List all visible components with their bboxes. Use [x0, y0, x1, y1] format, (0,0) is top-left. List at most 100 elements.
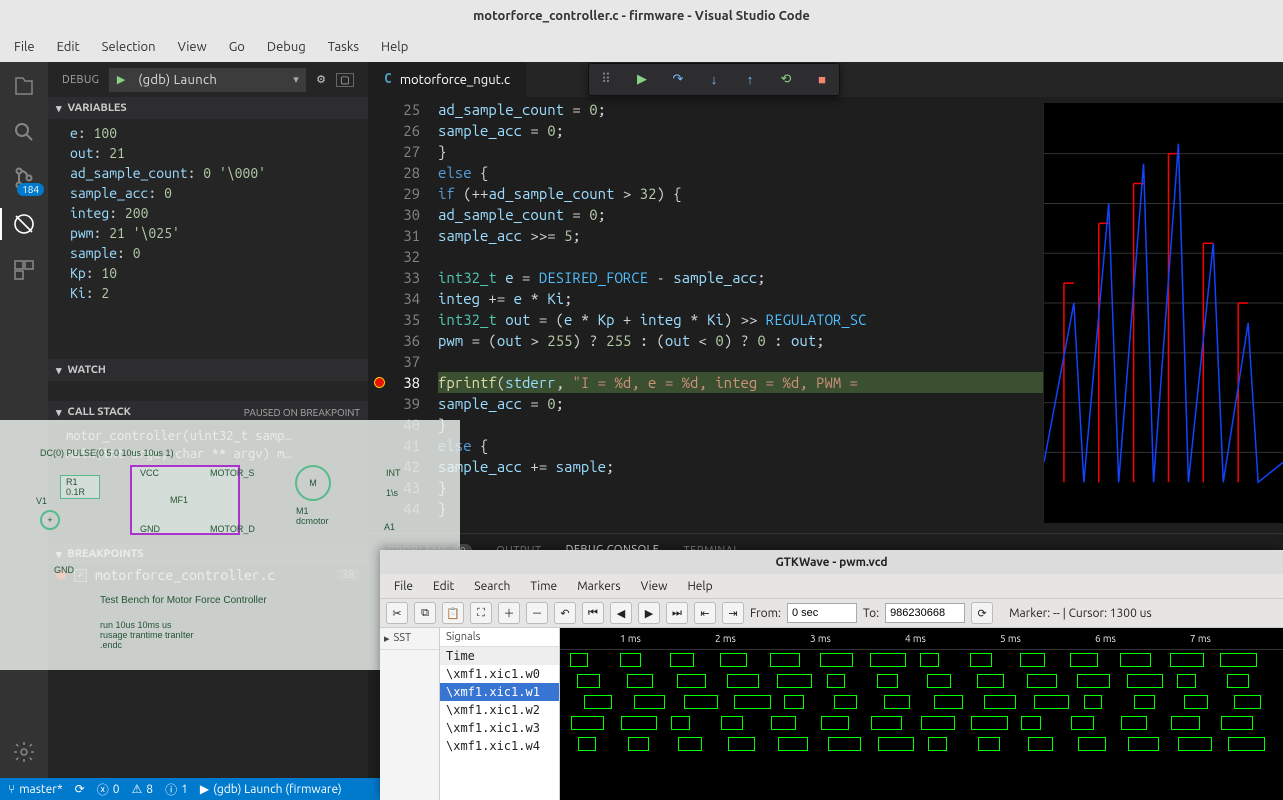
activity-search[interactable] — [8, 116, 40, 148]
gtk-find-prev-icon[interactable]: ⇤ — [694, 602, 716, 624]
window-title: motorforce_controller.c - firmware - Vis… — [473, 9, 810, 23]
watch-body — [48, 381, 368, 401]
gtk-paste-icon[interactable]: 📋 — [442, 602, 464, 624]
gtk-zoom-in-icon[interactable]: ＋ — [498, 602, 520, 624]
gtk-menu-time[interactable]: Time — [522, 578, 565, 595]
status-branch[interactable]: ⑂ master* — [8, 783, 63, 796]
gtk-wave-track — [560, 734, 1283, 755]
gtk-menu-markers[interactable]: Markers — [569, 578, 628, 595]
gtk-next-icon[interactable]: ▶ — [638, 602, 660, 624]
activity-explorer[interactable] — [8, 70, 40, 102]
gtk-menu-file[interactable]: File — [386, 578, 421, 595]
gtk-signal-time[interactable]: Time — [440, 647, 559, 665]
continue-icon[interactable]: ▶ — [633, 71, 651, 89]
gtk-zoom-out-icon[interactable]: － — [526, 602, 548, 624]
section-watch[interactable]: ▾ WATCH — [48, 359, 368, 381]
debug-toolbar[interactable]: ⠿ ▶ ↷ ↓ ↑ ⟲ ■ — [588, 63, 840, 96]
gtk-marker-text: Marker: -- | Cursor: 1300 us — [1009, 607, 1152, 620]
gtkwave-menu: FileEditSearchTimeMarkers ViewHelp — [380, 574, 1283, 598]
schem-pulse: DC(0) PULSE(0 5 0 10us 10us 1) — [40, 448, 174, 458]
debug-config-select[interactable]: ▶ (gdb) Launch ▾ — [109, 68, 306, 92]
variable-row[interactable]: sample: 0 — [70, 243, 368, 263]
gtk-undo-icon[interactable]: ↶ — [554, 602, 576, 624]
gtk-from-label: From: — [750, 607, 781, 620]
restart-icon[interactable]: ⟲ — [777, 71, 795, 89]
status-debug[interactable]: ▶ (gdb) Launch (firmware) — [200, 782, 342, 796]
gtk-cut-icon[interactable]: ✂ — [386, 602, 408, 624]
gtk-last-icon[interactable]: ⏭ — [666, 602, 688, 624]
gtkwave-toolbar: ✂ ⧉ 📋 ⛶ ＋ － ↶ ⏮ ◀ ▶ ⏭ ⇤ ⇥ From: To: ⟳ Ma… — [380, 598, 1283, 628]
status-sync[interactable]: ⟳ — [75, 782, 85, 796]
gtk-find-next-icon[interactable]: ⇥ — [722, 602, 744, 624]
c-lang-icon: C — [384, 72, 392, 87]
gtk-menu-edit[interactable]: Edit — [425, 578, 462, 595]
gtkwave-window[interactable]: GTKWave - pwm.vcd FileEditSearchTimeMark… — [380, 550, 1283, 800]
gtk-to-input[interactable] — [885, 603, 965, 623]
step-into-icon[interactable]: ↓ — [705, 71, 723, 89]
variable-row[interactable]: Ki: 2 — [70, 283, 368, 303]
activity-scm[interactable]: 184 — [8, 162, 40, 194]
menu-edit[interactable]: Edit — [47, 36, 90, 58]
gtk-menu-search[interactable]: Search — [466, 578, 518, 595]
gtk-copy-icon[interactable]: ⧉ — [414, 602, 436, 624]
gtk-signal-row[interactable]: \xmf1.xic1.w1 — [440, 683, 559, 701]
section-variables[interactable]: ▾ VARIABLES — [48, 97, 368, 119]
menu-view[interactable]: View — [168, 36, 217, 58]
activity-extensions[interactable] — [8, 254, 40, 286]
variable-row[interactable]: integ: 200 — [70, 203, 368, 223]
gtk-first-icon[interactable]: ⏮ — [582, 602, 604, 624]
gtk-wave-track — [560, 650, 1283, 671]
start-debug-icon[interactable]: ▶ — [110, 73, 132, 86]
oscilloscope-overlay — [1043, 103, 1283, 523]
gtk-signal-row[interactable]: \xmf1.xic1.w4 — [440, 737, 559, 755]
gtk-signal-row[interactable]: \xmf1.xic1.w3 — [440, 719, 559, 737]
status-warnings[interactable]: ⚠ 8 — [132, 782, 154, 796]
activity-debug[interactable] — [8, 208, 40, 240]
variable-row[interactable]: Kp: 10 — [70, 263, 368, 283]
gtk-to-label: To: — [863, 607, 879, 620]
tab-file[interactable]: C motorforce_ngut.c — [368, 62, 526, 97]
menu-selection[interactable]: Selection — [92, 36, 166, 58]
gtk-prev-icon[interactable]: ◀ — [610, 602, 632, 624]
gtk-reload-icon[interactable]: ⟳ — [971, 602, 993, 624]
stop-icon[interactable]: ■ — [813, 71, 831, 89]
menu-tasks[interactable]: Tasks — [318, 36, 369, 58]
chevron-down-icon[interactable]: ▾ — [287, 73, 305, 86]
menu-go[interactable]: Go — [219, 36, 255, 58]
gtk-sst-panel[interactable]: ▸SST — [380, 628, 440, 800]
app-menu-bar: FileEditSelectionViewGoDebugTasksHelp — [0, 32, 1283, 62]
activity-settings[interactable] — [8, 736, 40, 768]
menu-help[interactable]: Help — [371, 36, 418, 58]
breakpoint-marker-icon — [374, 377, 385, 388]
gtk-time-scale: 1 ms2 ms3 ms4 ms5 ms6 ms7 ms — [560, 628, 1283, 650]
debug-config-name: (gdb) Launch — [132, 73, 287, 87]
variable-row[interactable]: sample_acc: 0 — [70, 183, 368, 203]
gtk-wave-track — [560, 692, 1283, 713]
gtkwave-title: GTKWave - pwm.vcd — [380, 550, 1283, 574]
step-over-icon[interactable]: ↷ — [669, 71, 687, 89]
variable-row[interactable]: pwm: 21 '\025' — [70, 223, 368, 243]
gtk-from-input[interactable] — [787, 603, 857, 623]
editor-tabs: C motorforce_ngut.c ⠿ ▶ ↷ ↓ ↑ ⟲ ■ — [368, 62, 1283, 97]
step-out-icon[interactable]: ↑ — [741, 71, 759, 89]
gtk-menu-view[interactable]: View — [633, 578, 676, 595]
menu-debug[interactable]: Debug — [257, 36, 316, 58]
gtk-menu-help[interactable]: Help — [679, 578, 720, 595]
scm-badge: 184 — [17, 183, 44, 196]
gtk-signals-panel[interactable]: Signals Time \xmf1.xic1.w0\xmf1.xic1.w1\… — [440, 628, 560, 800]
gear-icon[interactable]: ⚙ — [316, 73, 326, 86]
gtk-wave-panel[interactable]: 1 ms2 ms3 ms4 ms5 ms6 ms7 ms — [560, 628, 1283, 800]
debug-console-icon[interactable]: ▢ — [336, 73, 354, 87]
drag-handle-icon[interactable]: ⠿ — [597, 71, 615, 89]
status-errors[interactable]: ⓧ 0 — [97, 781, 120, 798]
gtk-wave-track — [560, 671, 1283, 692]
variable-row[interactable]: out: 21 — [70, 143, 368, 163]
gtk-signal-row[interactable]: \xmf1.xic1.w2 — [440, 701, 559, 719]
variable-row[interactable]: e: 100 — [70, 123, 368, 143]
menu-file[interactable]: File — [4, 36, 45, 58]
gtk-signal-row[interactable]: \xmf1.xic1.w0 — [440, 665, 559, 683]
gtk-zoom-fit-icon[interactable]: ⛶ — [470, 602, 492, 624]
window-title-bar: motorforce_controller.c - firmware - Vis… — [0, 0, 1283, 32]
status-info[interactable]: ⓘ 1 — [165, 781, 188, 798]
variable-row[interactable]: ad_sample_count: 0 '\000' — [70, 163, 368, 183]
